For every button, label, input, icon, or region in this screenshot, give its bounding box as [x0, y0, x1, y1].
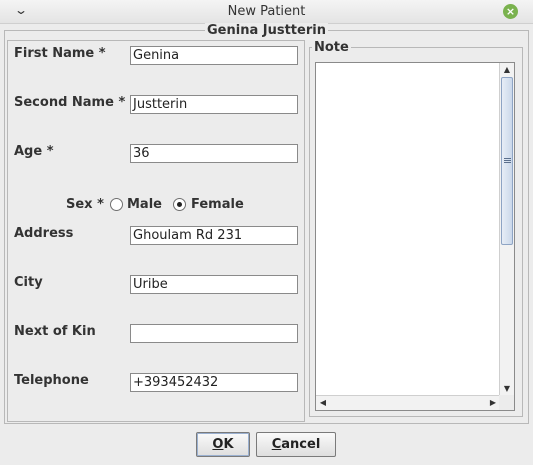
address-field[interactable]: Ghoulam Rd 231 — [130, 226, 298, 245]
sex-female-label[interactable]: Female — [191, 197, 244, 212]
age-label: Age * — [14, 144, 54, 159]
address-label: Address — [14, 226, 74, 241]
scroll-left-icon[interactable]: ◀ — [316, 396, 330, 410]
second-name-field[interactable]: Justterin — [130, 95, 298, 114]
window-titlebar: ⌄ New Patient × — [0, 0, 533, 24]
age-field[interactable]: 36 — [130, 144, 298, 163]
sex-male-radio[interactable] — [110, 198, 123, 211]
ok-label-rest: K — [223, 437, 234, 452]
note-textarea[interactable]: ▲ ▼ ◀ ▶ — [315, 62, 515, 411]
radio-selected-dot — [177, 202, 182, 207]
note-horizontal-scrollbar[interactable]: ◀ ▶ — [316, 395, 500, 410]
cancel-button[interactable]: Cancel — [256, 432, 336, 457]
note-title: Note — [312, 40, 351, 55]
scroll-up-icon[interactable]: ▲ — [500, 63, 514, 77]
first-name-label: First Name * — [14, 46, 106, 61]
next-of-kin-label: Next of Kin — [14, 324, 96, 339]
cancel-label-rest: ancel — [281, 437, 321, 452]
ok-button[interactable]: OK — [196, 432, 250, 457]
vertical-scroll-thumb[interactable] — [501, 77, 513, 245]
telephone-field[interactable]: +393452432 — [130, 373, 298, 392]
patient-group-title: Genina Justterin — [205, 23, 328, 38]
scroll-grip-icon — [504, 158, 511, 163]
cancel-mnemonic: C — [271, 437, 282, 452]
telephone-label: Telephone — [14, 373, 89, 388]
note-vertical-scrollbar[interactable]: ▲ ▼ — [499, 63, 514, 396]
window-title: New Patient — [227, 4, 306, 19]
scroll-right-icon[interactable]: ▶ — [486, 396, 500, 410]
ok-mnemonic: O — [212, 437, 224, 452]
sex-label: Sex * — [66, 197, 104, 212]
close-icon[interactable]: × — [503, 4, 518, 19]
sex-male-label[interactable]: Male — [127, 197, 162, 212]
next-of-kin-field[interactable] — [130, 324, 298, 343]
second-name-label: Second Name * — [14, 95, 126, 110]
scroll-corner — [499, 395, 514, 410]
scroll-down-icon[interactable]: ▼ — [500, 382, 514, 396]
note-text — [316, 63, 514, 67]
first-name-field[interactable]: Genina — [130, 46, 298, 65]
sex-female-radio[interactable] — [173, 198, 186, 211]
city-label: City — [14, 275, 43, 290]
city-field[interactable]: Uribe — [130, 275, 298, 294]
